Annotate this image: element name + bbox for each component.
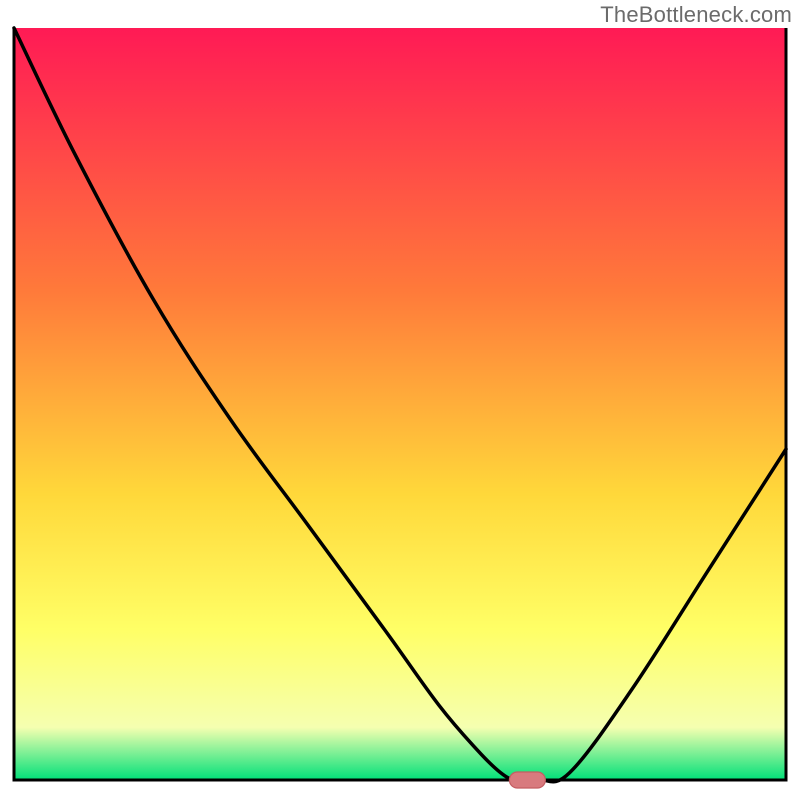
watermark-text: TheBottleneck.com: [600, 2, 792, 28]
plot-background: [14, 28, 786, 780]
optimum-marker: [509, 772, 545, 788]
chart-canvas: { "watermark": "TheBottleneck.com", "col…: [0, 0, 800, 800]
chart-svg: [0, 0, 800, 800]
